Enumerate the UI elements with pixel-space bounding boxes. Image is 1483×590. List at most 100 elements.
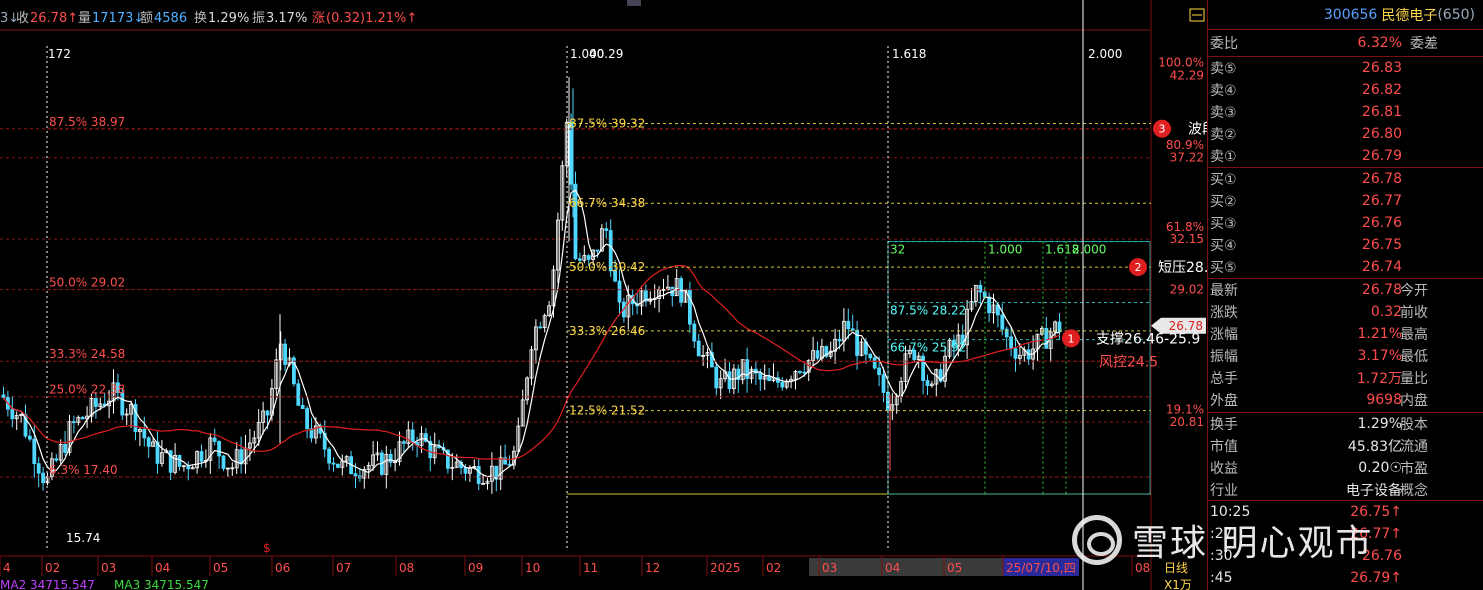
quote-stat-row: 最新 26.78 今开 [1210, 279, 1482, 301]
range-slider[interactable] [809, 558, 1005, 576]
close-value: 26.78↑ [30, 11, 78, 26]
stock-name: 民德电子 [1381, 7, 1438, 24]
date-label: 11 [583, 561, 598, 575]
buy-level-label: 买① [1210, 172, 1237, 188]
candle-body [780, 381, 785, 388]
annotation-badge-number: 3 [1159, 123, 1166, 136]
buy-level-row: 买② 26.77 [1210, 190, 1482, 212]
date-label: 05 [947, 561, 962, 575]
buy-level-price: 26.78 [1361, 171, 1402, 187]
quote-stat2-value: 45.83亿 [1347, 439, 1402, 455]
buy-level-label: 买③ [1210, 216, 1237, 232]
candle-body [507, 463, 512, 466]
candle-body [758, 372, 763, 380]
candle-body [802, 371, 807, 374]
quote-stat-label: 最新 [1210, 283, 1238, 299]
quote-stat2-label2: 股本 [1400, 417, 1428, 433]
annotation-text: 波段位39 [1188, 122, 1207, 138]
buy-level-row: 买⑤ 26.74 [1210, 256, 1482, 278]
amplitude-label: 振 [252, 11, 265, 26]
quote-stat-label: 涨幅 [1210, 327, 1238, 343]
candle-body [10, 408, 15, 420]
xueqiu-logo-icon [1072, 515, 1122, 565]
fib-mid-label: 66.7% 34.38 [569, 196, 645, 210]
candle-body [177, 454, 182, 467]
fib-left-label: 33.3% 24.58 [49, 347, 125, 361]
quote-stat-value: 0.32 [1370, 304, 1402, 320]
fib-right-top-label: 1.000 [988, 243, 1022, 257]
candle-body [586, 255, 591, 260]
minimize-button[interactable] [627, 0, 641, 6]
price-axis-label: 29.02 [1170, 283, 1204, 297]
chart-header: 3↓ 收 26.78↑ 量 17173↓ 额 4586 换 1.29% 振 3.… [0, 11, 417, 26]
date-label: 10 [525, 561, 540, 575]
candle-body [1000, 314, 1005, 330]
fib-mid-label: 50.0% 30.42 [569, 260, 645, 274]
candle-body [872, 357, 877, 369]
candle-body [604, 228, 609, 232]
sell-level-label: 卖② [1210, 127, 1237, 143]
annotation-badge-number: 1 [1068, 332, 1075, 345]
buy-level-label: 买⑤ [1210, 260, 1237, 276]
quote-stat2-label: 换手 [1210, 417, 1238, 433]
annotation-text: 短压28.2-29、30.42 [1158, 260, 1207, 276]
candle-body [142, 428, 147, 439]
candle-body [388, 453, 393, 463]
quote-stat2-row: 市值 45.83亿 流通 [1210, 435, 1482, 457]
slider-scale-label[interactable]: X1万 [1164, 578, 1192, 590]
price-axis-label: 20.81 [1170, 415, 1204, 429]
candle-body [36, 463, 41, 474]
sell-level-price: 26.81 [1361, 104, 1402, 120]
fib-right-label: 66.7% 25.92 [890, 341, 966, 355]
quote-stat-label: 涨跌 [1210, 305, 1238, 321]
candle-body [837, 338, 842, 342]
candle-body [221, 455, 226, 469]
quote-stat-label2: 今开 [1400, 283, 1428, 299]
candle-body [335, 463, 340, 468]
quote-stat2-value: 1.29% [1357, 416, 1402, 432]
stock-code: 300656 [1323, 6, 1378, 23]
quote-stat-row: 振幅 3.17% 最低 [1210, 345, 1482, 367]
buy-level-price: 26.76 [1361, 215, 1402, 231]
watermark-text: 雪球 明心观市 [1132, 523, 1374, 564]
quote-stat-row: 涨幅 1.21% 最高 [1210, 323, 1482, 345]
buy-level-price: 26.75 [1361, 237, 1402, 253]
candle-body [696, 340, 701, 357]
candle-body [569, 121, 573, 185]
candle-body [727, 371, 732, 390]
candle-body [296, 383, 301, 406]
date-label: 12 [645, 561, 660, 575]
candle-body [617, 280, 622, 303]
fib-mid-label: 12.5% 21.52 [569, 404, 645, 418]
fib-mid-label: 87.5% 39.32 [569, 117, 645, 131]
buy-level-row: 买③ 26.76 [1210, 212, 1482, 234]
top-marker-label: 2.000 [1088, 47, 1122, 61]
price-axis-label: 100.0% [1158, 56, 1204, 70]
sell-level-label: 卖① [1210, 149, 1237, 165]
candle-body [63, 443, 67, 453]
quote-stat-row: 总手 1.72万 量比 [1210, 367, 1482, 389]
candle-body [239, 449, 244, 465]
candle-body [925, 380, 930, 386]
event-marker: $ [263, 541, 271, 555]
candle-body [476, 466, 481, 484]
buy-level-price: 26.77 [1361, 193, 1402, 209]
buy-level-label: 买④ [1210, 238, 1237, 254]
date-label: 06 [275, 561, 290, 575]
candle-body [1, 394, 6, 398]
sell-level-label: 卖③ [1210, 105, 1237, 121]
change-value: (0.32)1.21%↑ [326, 11, 417, 26]
fib-left-label: 87.5% 38.97 [49, 115, 125, 129]
candle-body [300, 404, 305, 409]
turnover-value: 1.29% [208, 11, 249, 26]
top-marker-label: 40.29 [589, 47, 623, 61]
quote-stat2-label2: 流通 [1400, 439, 1428, 455]
candle-body [410, 429, 415, 443]
candle-body [217, 441, 222, 457]
price-axis-label: 37.22 [1170, 150, 1204, 164]
date-label: 03 [822, 561, 837, 575]
candle-body [353, 473, 358, 477]
moving-averages [3, 189, 1060, 480]
quote-stat2-label: 市值 [1210, 439, 1238, 455]
kline-chart[interactable]: 3↓ 收 26.78↑ 量 17173↓ 额 4586 换 1.29% 振 3.… [0, 0, 1207, 590]
